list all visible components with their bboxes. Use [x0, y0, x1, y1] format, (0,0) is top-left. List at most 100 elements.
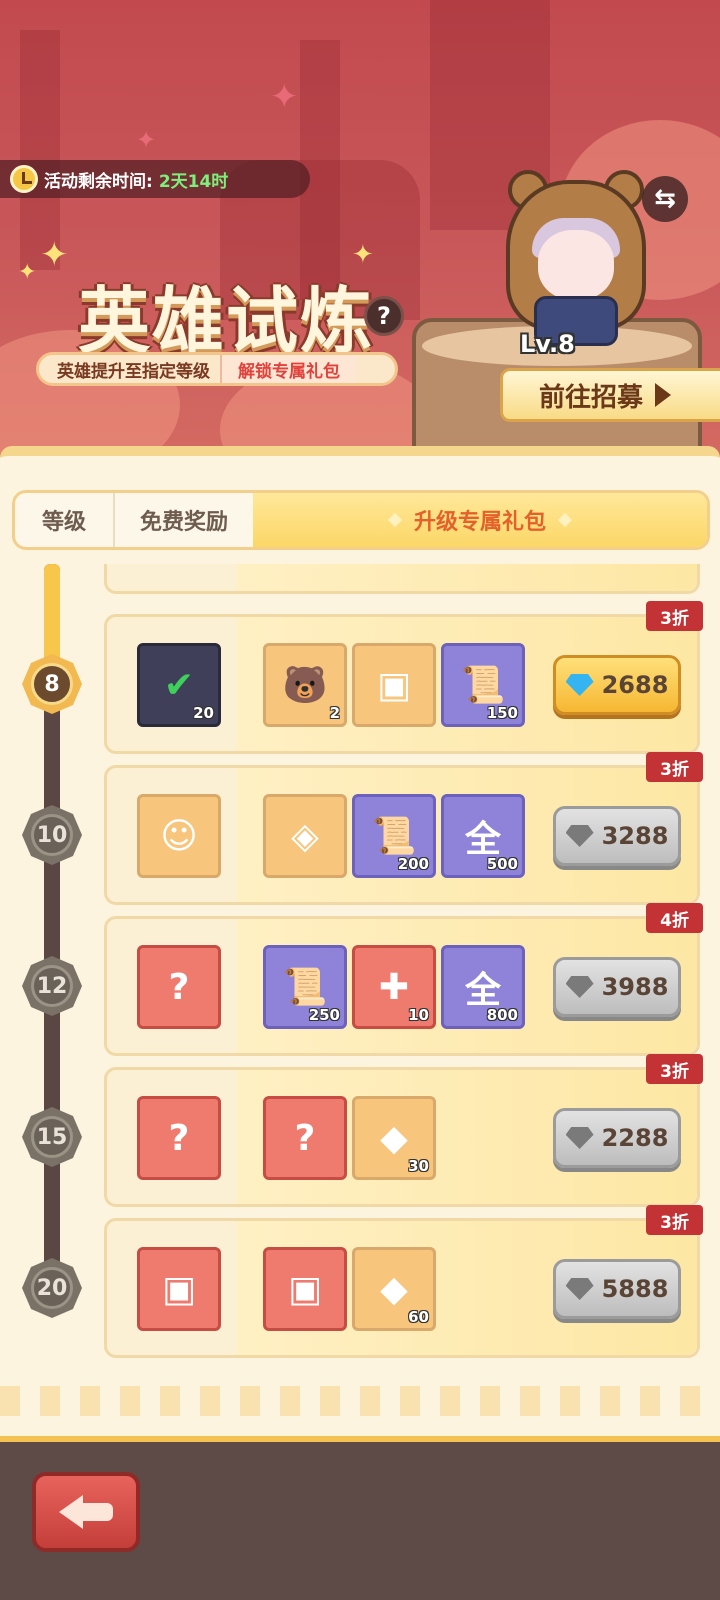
- item-quantity: 2: [329, 704, 340, 722]
- buy-pack-button[interactable]: 5888: [553, 1259, 681, 1319]
- item-quantity: 250: [308, 1006, 340, 1024]
- item-quantity: 20: [193, 704, 214, 722]
- item-glyph: ▣: [287, 1268, 322, 1310]
- panel-bottom-decoration: [0, 1386, 720, 1416]
- recruit-label: 前往招募: [539, 382, 644, 413]
- buy-pack-button[interactable]: 2288: [553, 1108, 681, 1168]
- recruit-button[interactable]: 前往招募: [500, 368, 720, 422]
- previous-pack-row-partial: [104, 564, 700, 594]
- treasure-chest-icon[interactable]: ▣: [352, 643, 436, 727]
- pack-price: 3988: [601, 973, 669, 1001]
- buy-pack-button[interactable]: 3288: [553, 806, 681, 866]
- hero-level: Lv.8: [520, 330, 575, 358]
- all-orb-icon[interactable]: 全 500: [441, 794, 525, 878]
- tab-upgrade-packs-label: 升级专属礼包: [413, 510, 546, 535]
- reward-panel: 等级 免费奖励 升级专属礼包 8 ✔ 20 🐻 2 ▣ 📜 150 3折 2688 10 ☺ ◈ 📜 200…: [0, 446, 720, 1436]
- arrow-left-icon: [59, 1495, 113, 1529]
- clock-icon: [10, 165, 38, 193]
- item-glyph: 🐻: [282, 665, 328, 706]
- item-quantity: 200: [397, 855, 429, 873]
- buy-pack-button[interactable]: 2688: [553, 655, 681, 715]
- integral-scroll-icon[interactable]: 📜 150: [441, 643, 525, 727]
- magic-chest-icon[interactable]: ◈: [263, 794, 347, 878]
- hero-team-portrait-icon[interactable]: ☺: [137, 794, 221, 878]
- hero-portrait[interactable]: [506, 170, 646, 355]
- level-number: 15: [36, 1124, 68, 1150]
- back-button[interactable]: [32, 1472, 140, 1552]
- item-glyph: 📜: [460, 665, 506, 706]
- diamond-decoration-icon: [557, 512, 573, 528]
- buy-pack-button[interactable]: 3988: [553, 957, 681, 1017]
- tab-free-rewards[interactable]: 免费奖励: [115, 493, 253, 547]
- item-glyph: ▣: [376, 664, 411, 706]
- level-number: 20: [36, 1275, 68, 1301]
- subtitle-condition: 英雄提升至指定等级: [57, 361, 210, 382]
- item-quantity: 60: [408, 1308, 429, 1326]
- tab-level[interactable]: 等级: [15, 493, 115, 547]
- item-glyph: ✚: [378, 966, 410, 1008]
- item-quantity: 800: [486, 1006, 518, 1024]
- subtitle-reward: 解锁专属礼包: [220, 355, 356, 383]
- event-timer: 活动剩余时间: 2天14时: [0, 160, 310, 198]
- integral-scroll-icon[interactable]: 📜 200: [352, 794, 436, 878]
- level-number: 10: [36, 822, 68, 848]
- mystery-gift-box-icon[interactable]: ?: [263, 1096, 347, 1180]
- tab-upgrade-packs[interactable]: 升级专属礼包: [253, 493, 707, 547]
- pack-list[interactable]: 8 ✔ 20 🐻 2 ▣ 📜 150 3折 2688 10 ☺ ◈ 📜 200 全 500 3折 3288 12? 📜 2…: [0, 564, 720, 1412]
- sparkle-icon: ✦: [136, 126, 157, 154]
- item-quantity: 10: [408, 1006, 429, 1024]
- integral-scroll-icon[interactable]: 📜 250: [263, 945, 347, 1029]
- level-node: 20: [22, 1258, 82, 1318]
- swap-hero-button[interactable]: ⇆: [642, 176, 688, 222]
- mystery-card-icon[interactable]: ?: [137, 945, 221, 1029]
- gem-icon: [566, 825, 594, 847]
- level-node: 15: [22, 1107, 82, 1167]
- pack-row: ☺ ◈ 📜 200 全 500 3折 3288: [104, 752, 703, 905]
- pack-price: 2288: [601, 1124, 669, 1152]
- item-quantity: 30: [408, 1157, 429, 1175]
- red-treasure-chest-icon[interactable]: ▣: [137, 1247, 221, 1331]
- pack-row: ?? ◆ 30 3折 2288: [104, 1054, 703, 1207]
- pack-price: 5888: [601, 1275, 669, 1303]
- level-number: 8: [44, 671, 60, 697]
- level-number: 12: [36, 973, 68, 999]
- level-node: 10: [22, 805, 82, 865]
- discount-badge: 3折: [646, 601, 703, 631]
- item-quantity: 500: [486, 855, 518, 873]
- bear-hood-hero-icon[interactable]: 🐻 2: [263, 643, 347, 727]
- bottom-bar: [0, 1436, 720, 1600]
- sparkle-icon: ✦: [18, 260, 37, 285]
- pack-row: ? 📜 250 ✚ 10 全 800 4折 3988: [104, 903, 703, 1056]
- item-glyph: ◆: [380, 1268, 408, 1310]
- integral-book-checked-icon[interactable]: ✔ 20: [137, 643, 221, 727]
- discount-badge: 3折: [646, 1054, 703, 1084]
- discount-badge: 4折: [646, 903, 703, 933]
- timer-value: 2天14时: [158, 171, 229, 192]
- play-triangle-icon: [655, 383, 672, 407]
- help-button[interactable]: ?: [364, 296, 404, 336]
- pack-price: 3288: [601, 822, 669, 850]
- gem-icon: [566, 1127, 594, 1149]
- amber-crystal-icon[interactable]: ◆ 30: [352, 1096, 436, 1180]
- item-glyph: 📜: [282, 967, 328, 1008]
- diamond-decoration-icon: [387, 512, 403, 528]
- item-glyph: ◈: [291, 815, 319, 857]
- mystery-card-icon[interactable]: ?: [137, 1096, 221, 1180]
- castle-silhouette: [20, 30, 60, 270]
- item-glyph: ?: [294, 1117, 316, 1159]
- sparkle-icon: ✦: [270, 77, 299, 117]
- gem-icon: [566, 1278, 594, 1300]
- level-node: 12: [22, 956, 82, 1016]
- tab-bar: 等级 免费奖励 升级专属礼包: [12, 490, 710, 550]
- hero-face: [538, 230, 614, 300]
- item-glyph: 📜: [371, 816, 417, 857]
- pack-row: ▣ ▣ ◆ 60 3折 5888: [104, 1205, 703, 1358]
- amber-crystal-icon[interactable]: ◆ 60: [352, 1247, 436, 1331]
- item-quantity: 150: [486, 704, 518, 722]
- timer-label: 活动剩余时间:: [44, 171, 153, 192]
- discount-badge: 3折: [646, 752, 703, 782]
- orange-treasure-chest-icon[interactable]: ▣: [263, 1247, 347, 1331]
- all-orb-icon[interactable]: 全 800: [441, 945, 525, 1029]
- puzzle-piece-icon[interactable]: ✚ 10: [352, 945, 436, 1029]
- item-glyph: ◆: [380, 1117, 408, 1159]
